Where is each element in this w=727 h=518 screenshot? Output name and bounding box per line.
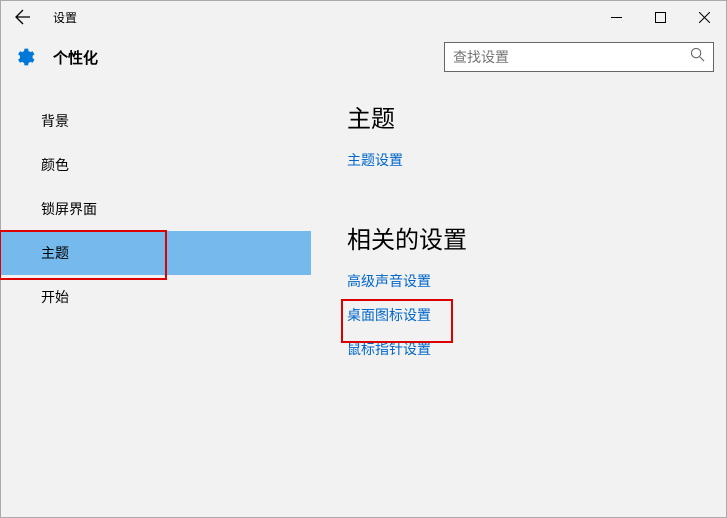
sidebar-item-lockscreen[interactable]: 锁屏界面	[1, 187, 311, 231]
title-bar: 设置	[1, 1, 726, 33]
section-heading-themes: 主题	[347, 99, 726, 134]
sidebar-item-start[interactable]: 开始	[1, 275, 311, 319]
search-input[interactable]	[453, 49, 690, 65]
minimize-button[interactable]	[594, 1, 638, 33]
sidebar-item-label: 颜色	[41, 155, 69, 175]
link-theme-settings[interactable]: 主题设置	[347, 150, 403, 170]
section-heading-related: 相关的设置	[347, 220, 726, 255]
maximize-icon	[655, 12, 666, 23]
sidebar-item-label: 锁屏界面	[41, 199, 97, 219]
sidebar-item-colors[interactable]: 颜色	[1, 143, 311, 187]
arrow-left-icon	[15, 9, 31, 25]
back-button[interactable]	[1, 1, 45, 33]
close-icon	[699, 12, 710, 23]
link-mouse-pointer[interactable]: 鼠标指针设置	[347, 339, 431, 359]
search-icon	[690, 47, 705, 67]
window-controls	[594, 1, 726, 33]
content-pane: 主题 主题设置 相关的设置 高级声音设置 桌面图标设置 鼠标指针设置	[311, 81, 726, 517]
sidebar-item-label: 背景	[41, 111, 69, 131]
gear-icon	[13, 46, 35, 68]
minimize-icon	[611, 12, 622, 23]
close-button[interactable]	[682, 1, 726, 33]
body-area: 背景 颜色 锁屏界面 主题 开始 主题 主题设置 相关的设置 高级声音设置 桌面…	[1, 81, 726, 517]
window-title: 设置	[53, 9, 77, 26]
sidebar-item-label: 主题	[41, 243, 69, 263]
category-title: 个性化	[53, 47, 98, 68]
header-row: 个性化	[1, 33, 726, 81]
link-advanced-sound[interactable]: 高级声音设置	[347, 271, 431, 291]
sidebar-item-background[interactable]: 背景	[1, 99, 311, 143]
maximize-button[interactable]	[638, 1, 682, 33]
link-desktop-icons[interactable]: 桌面图标设置	[347, 305, 431, 325]
search-box[interactable]	[444, 42, 714, 72]
sidebar: 背景 颜色 锁屏界面 主题 开始	[1, 81, 311, 517]
sidebar-item-themes[interactable]: 主题	[1, 231, 311, 275]
sidebar-item-label: 开始	[41, 287, 69, 307]
